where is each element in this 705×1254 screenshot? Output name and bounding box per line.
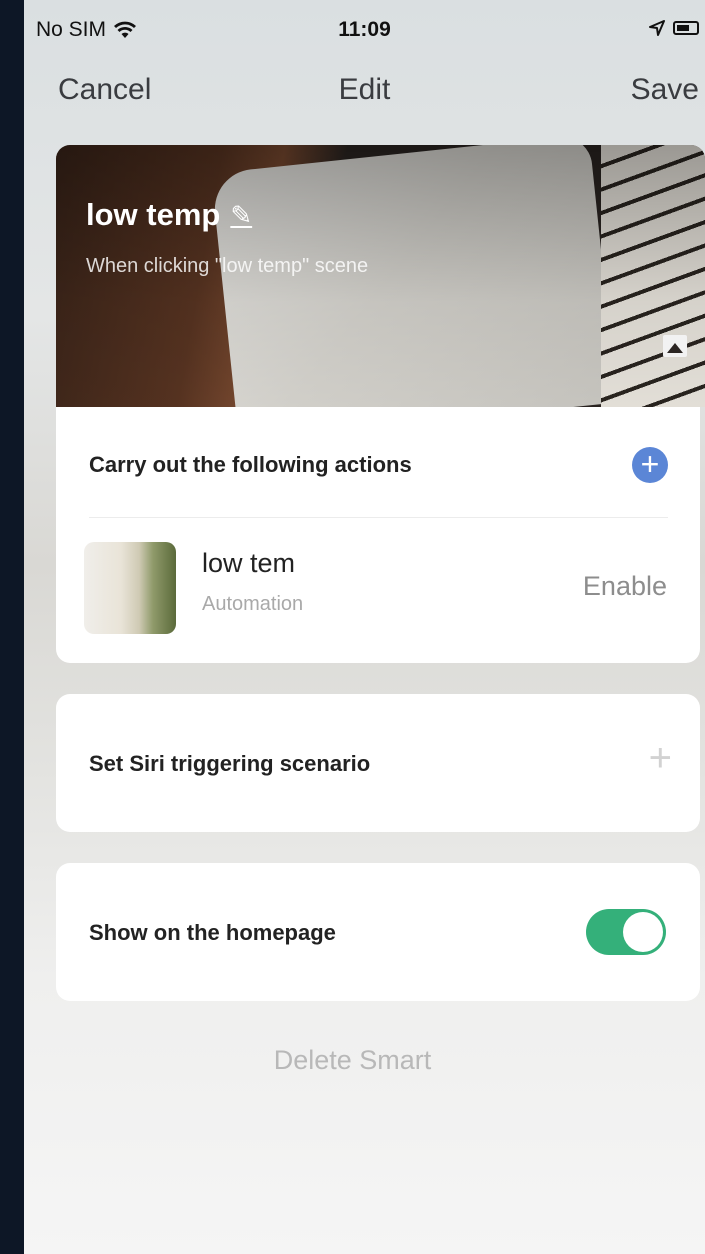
action-name: low tem bbox=[202, 548, 296, 578]
actions-card: Carry out the following actions + low te… bbox=[56, 407, 700, 663]
location-arrow-icon bbox=[649, 20, 665, 36]
status-bar: No SIM 11:09 bbox=[24, 0, 705, 60]
scene-subtitle: When clicking "low temp" scene bbox=[86, 255, 369, 277]
action-thumbnail bbox=[84, 542, 176, 634]
show-homepage-toggle[interactable] bbox=[586, 909, 666, 955]
status-right-group bbox=[649, 20, 699, 36]
siri-trigger-label: Set Siri triggering scenario bbox=[89, 751, 371, 776]
scene-title-row: low temp ✎ bbox=[86, 197, 252, 233]
scene-name: low temp bbox=[86, 197, 221, 232]
add-siri-plus-icon[interactable]: + bbox=[649, 736, 672, 781]
status-time: 11:09 bbox=[338, 18, 391, 41]
actions-heading: Carry out the following actions bbox=[89, 452, 412, 477]
battery-icon bbox=[673, 21, 699, 35]
action-type: Automation bbox=[202, 593, 304, 615]
show-homepage-label: Show on the homepage bbox=[89, 920, 336, 945]
nav-bar: Cancel Edit Save bbox=[24, 60, 705, 120]
siri-trigger-card[interactable]: Set Siri triggering scenario + bbox=[56, 694, 700, 832]
add-action-plus-icon[interactable]: + bbox=[632, 447, 668, 483]
edit-name-pencil-icon[interactable]: ✎ bbox=[230, 200, 252, 231]
delete-smart-button[interactable]: Delete Smart bbox=[0, 1045, 705, 1076]
scene-cover-image: low temp ✎ When clicking "low temp" scen… bbox=[56, 145, 705, 407]
save-button[interactable]: Save bbox=[631, 73, 699, 107]
action-list-item[interactable]: low tem Automation Enable bbox=[56, 518, 700, 663]
change-cover-image-icon[interactable] bbox=[663, 335, 687, 357]
action-state[interactable]: Enable bbox=[583, 571, 667, 602]
show-homepage-card: Show on the homepage bbox=[56, 863, 700, 1001]
toggle-knob bbox=[623, 912, 663, 952]
page-title: Edit bbox=[338, 73, 391, 106]
